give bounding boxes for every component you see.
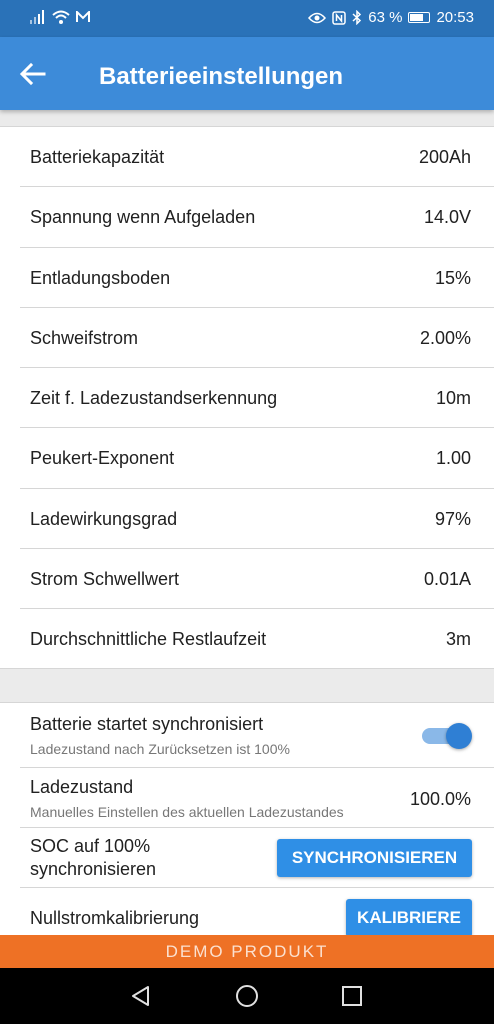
demo-banner: DEMO PRODUKT [0, 935, 494, 968]
setting-row-discharge-floor[interactable]: Entladungsboden 15% [20, 248, 494, 308]
m-notification-icon [76, 11, 90, 22]
setting-row-synced-start[interactable]: Batterie startet synchronisiert Ladezust… [20, 703, 494, 768]
battery-settings-list: Batteriekapazität 200Ah Spannung wenn Au… [0, 126, 494, 669]
calibrate-button[interactable]: KALIBRIERE [346, 899, 472, 937]
navigation-bar [0, 968, 494, 1024]
setting-value: 0.01A [423, 569, 471, 590]
nfc-icon [332, 10, 346, 25]
setting-label: Ladewirkungsgrad [30, 508, 178, 529]
setting-label-line2: synchronisieren [30, 859, 157, 879]
setting-value: 15% [434, 267, 471, 288]
battery-icon [408, 12, 431, 23]
setting-sublabel: Ladezustand nach Zurücksetzen ist 100% [30, 741, 290, 757]
status-bar: 63 % 20:53 [0, 0, 494, 37]
sync-settings-list: Batterie startet synchronisiert Ladezust… [0, 702, 494, 942]
setting-row-avg-time-to-go[interactable]: Durchschnittliche Restlaufzeit 3m [20, 609, 494, 669]
recents-square-icon [342, 986, 362, 1006]
setting-value: 1.00 [435, 448, 471, 469]
back-triangle-icon [132, 986, 149, 1006]
setting-row-current-threshold[interactable]: Strom Schwellwert 0.01A [20, 549, 494, 610]
clock: 20:53 [436, 9, 474, 26]
wifi-icon [52, 10, 70, 24]
page-title: Batterieeinstellungen [99, 63, 344, 90]
setting-row-state-of-charge[interactable]: Ladezustand Manuelles Einstellen des akt… [20, 768, 494, 828]
setting-sublabel: Manuelles Einstellen des aktuellen Ladez… [30, 804, 344, 820]
setting-row-capacity[interactable]: Batteriekapazität 200Ah [20, 127, 494, 188]
setting-label: Nullstromkalibrierung [30, 908, 200, 928]
setting-row-charge-detection-time[interactable]: Zeit f. Ladezustandserkennung 10m [20, 368, 494, 429]
setting-label: Batterie startet synchronisiert [30, 714, 264, 734]
setting-label: Batteriekapazität [30, 147, 165, 167]
setting-value: 97% [434, 508, 471, 529]
synchronize-button[interactable]: SYNCHRONISIEREN [277, 839, 472, 877]
back-button[interactable] [18, 61, 48, 87]
setting-row-tail-current[interactable]: Schweifstrom 2.00% [20, 308, 494, 369]
synced-start-toggle[interactable] [422, 723, 472, 749]
setting-label: Peukert-Exponent [30, 448, 175, 469]
bluetooth-icon [352, 10, 362, 25]
setting-value: 200Ah [418, 147, 471, 167]
setting-label: Ladezustand [30, 777, 134, 797]
setting-row-charge-efficiency[interactable]: Ladewirkungsgrad 97% [20, 489, 494, 550]
eye-icon [308, 12, 327, 23]
setting-label: Entladungsboden [30, 267, 171, 288]
setting-row-peukert-exponent[interactable]: Peukert-Exponent 1.00 [20, 428, 494, 489]
setting-value: 100.0% [409, 789, 471, 809]
app-bar: Batterieeinstellungen [0, 37, 494, 110]
setting-value: 14.0V [423, 207, 471, 228]
nav-recents-button[interactable] [340, 984, 364, 1008]
setting-label: Schweifstrom [30, 327, 139, 348]
arrow-left-icon [19, 62, 46, 86]
nav-home-button[interactable] [235, 984, 259, 1008]
setting-row-charged-voltage[interactable]: Spannung wenn Aufgeladen 14.0V [20, 187, 494, 248]
setting-value: 2.00% [419, 327, 471, 348]
setting-value: 10m [435, 388, 471, 409]
setting-label-line1: SOC auf 100% [30, 836, 151, 856]
setting-row-sync-soc: SOC auf 100% synchronisieren SYNCHRONISI… [20, 828, 494, 888]
battery-percent: 63 % [368, 9, 403, 26]
setting-label: Durchschnittliche Restlaufzeit [30, 629, 267, 650]
home-circle-icon [236, 985, 258, 1007]
signal-icon [30, 10, 46, 24]
nav-back-button[interactable] [129, 984, 153, 1008]
setting-value: 3m [445, 629, 471, 650]
setting-label: Zeit f. Ladezustandserkennung [30, 388, 278, 409]
setting-label: Spannung wenn Aufgeladen [30, 207, 256, 228]
setting-label: Strom Schwellwert [30, 569, 180, 590]
